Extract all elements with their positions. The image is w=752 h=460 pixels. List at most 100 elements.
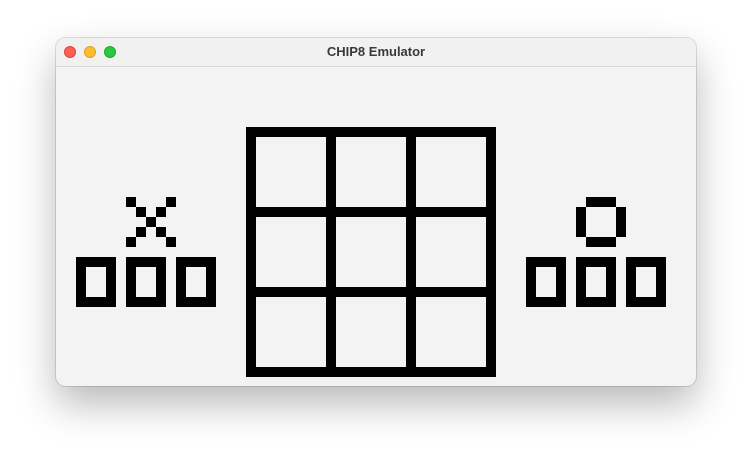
pixel <box>526 297 536 307</box>
pixel <box>76 267 86 277</box>
board-frame-right <box>486 127 496 377</box>
pixel <box>526 287 536 297</box>
pixel <box>536 257 546 267</box>
player-o-symbol <box>576 197 626 247</box>
board-line-vertical-1 <box>326 127 336 377</box>
pixel <box>556 287 566 297</box>
pixel <box>166 237 176 247</box>
player-x-score-digit <box>76 257 116 307</box>
pixel <box>556 267 566 277</box>
pixel <box>126 267 136 277</box>
pixel <box>586 297 596 307</box>
pixel <box>576 287 586 297</box>
pixel <box>576 207 586 217</box>
pixel <box>136 207 146 217</box>
pixel <box>126 287 136 297</box>
pixel <box>526 277 536 287</box>
pixel <box>126 277 136 287</box>
pixel <box>606 257 616 267</box>
pixel <box>196 257 206 267</box>
pixel <box>126 257 136 267</box>
pixel <box>136 227 146 237</box>
pixel <box>576 217 586 227</box>
pixel <box>76 287 86 297</box>
title-bar[interactable]: CHIP8 Emulator <box>56 38 696 67</box>
pixel <box>646 297 656 307</box>
pixel <box>156 287 166 297</box>
pixel <box>156 267 166 277</box>
pixel <box>76 257 86 267</box>
pixel <box>656 297 666 307</box>
pixel <box>596 197 606 207</box>
board-frame-top <box>246 127 496 137</box>
pixel <box>526 267 536 277</box>
board-frame-bottom <box>246 367 496 377</box>
pixel <box>596 257 606 267</box>
pixel <box>96 257 106 267</box>
pixel <box>106 257 116 267</box>
pixel <box>626 287 636 297</box>
window-title: CHIP8 Emulator <box>326 44 426 59</box>
pixel <box>176 287 186 297</box>
pixel <box>616 217 626 227</box>
pixel <box>146 217 156 227</box>
pixel <box>636 297 646 307</box>
pixel <box>586 197 596 207</box>
pixel <box>206 287 216 297</box>
pixel <box>146 297 156 307</box>
pixel <box>156 257 166 267</box>
pixel <box>176 297 186 307</box>
pixel <box>586 257 596 267</box>
pixel <box>626 257 636 267</box>
pixel <box>576 257 586 267</box>
pixel <box>136 297 146 307</box>
emulator-window: CHIP8 Emulator <box>56 38 696 386</box>
player-o-score-digit <box>626 257 666 307</box>
pixel <box>86 257 96 267</box>
pixel <box>586 237 596 247</box>
board-line-horizontal-1 <box>246 207 496 217</box>
pixel <box>656 267 666 277</box>
pixel <box>576 277 586 287</box>
pixel <box>626 277 636 287</box>
pixel <box>606 297 616 307</box>
pixel <box>616 227 626 237</box>
pixel <box>146 257 156 267</box>
pixel <box>186 257 196 267</box>
board-frame-left <box>246 127 256 377</box>
pixel <box>536 297 546 307</box>
pixel <box>626 297 636 307</box>
pixel <box>576 297 586 307</box>
pixel <box>166 197 176 207</box>
board-line-vertical-2 <box>406 127 416 377</box>
pixel <box>616 207 626 217</box>
pixel <box>606 237 616 247</box>
pixel <box>196 297 206 307</box>
player-o-score-digit <box>576 257 616 307</box>
pixel <box>206 297 216 307</box>
pixel <box>606 197 616 207</box>
pixel <box>106 297 116 307</box>
pixel-layer <box>76 127 666 377</box>
pixel <box>106 277 116 287</box>
pixel <box>86 297 96 307</box>
pixel <box>156 227 166 237</box>
pixel <box>656 277 666 287</box>
pixel <box>156 207 166 217</box>
pixel <box>206 267 216 277</box>
pixel <box>576 227 586 237</box>
pixel <box>596 237 606 247</box>
pixel <box>206 257 216 267</box>
pixel <box>606 277 616 287</box>
player-x-symbol <box>126 197 176 247</box>
pixel <box>576 267 586 277</box>
pixel <box>656 257 666 267</box>
pixel <box>556 277 566 287</box>
pixel <box>206 277 216 287</box>
pixel <box>546 257 556 267</box>
pixel <box>176 277 186 287</box>
pixel <box>106 287 116 297</box>
pixel <box>556 297 566 307</box>
pixel <box>106 267 116 277</box>
pixel <box>96 297 106 307</box>
